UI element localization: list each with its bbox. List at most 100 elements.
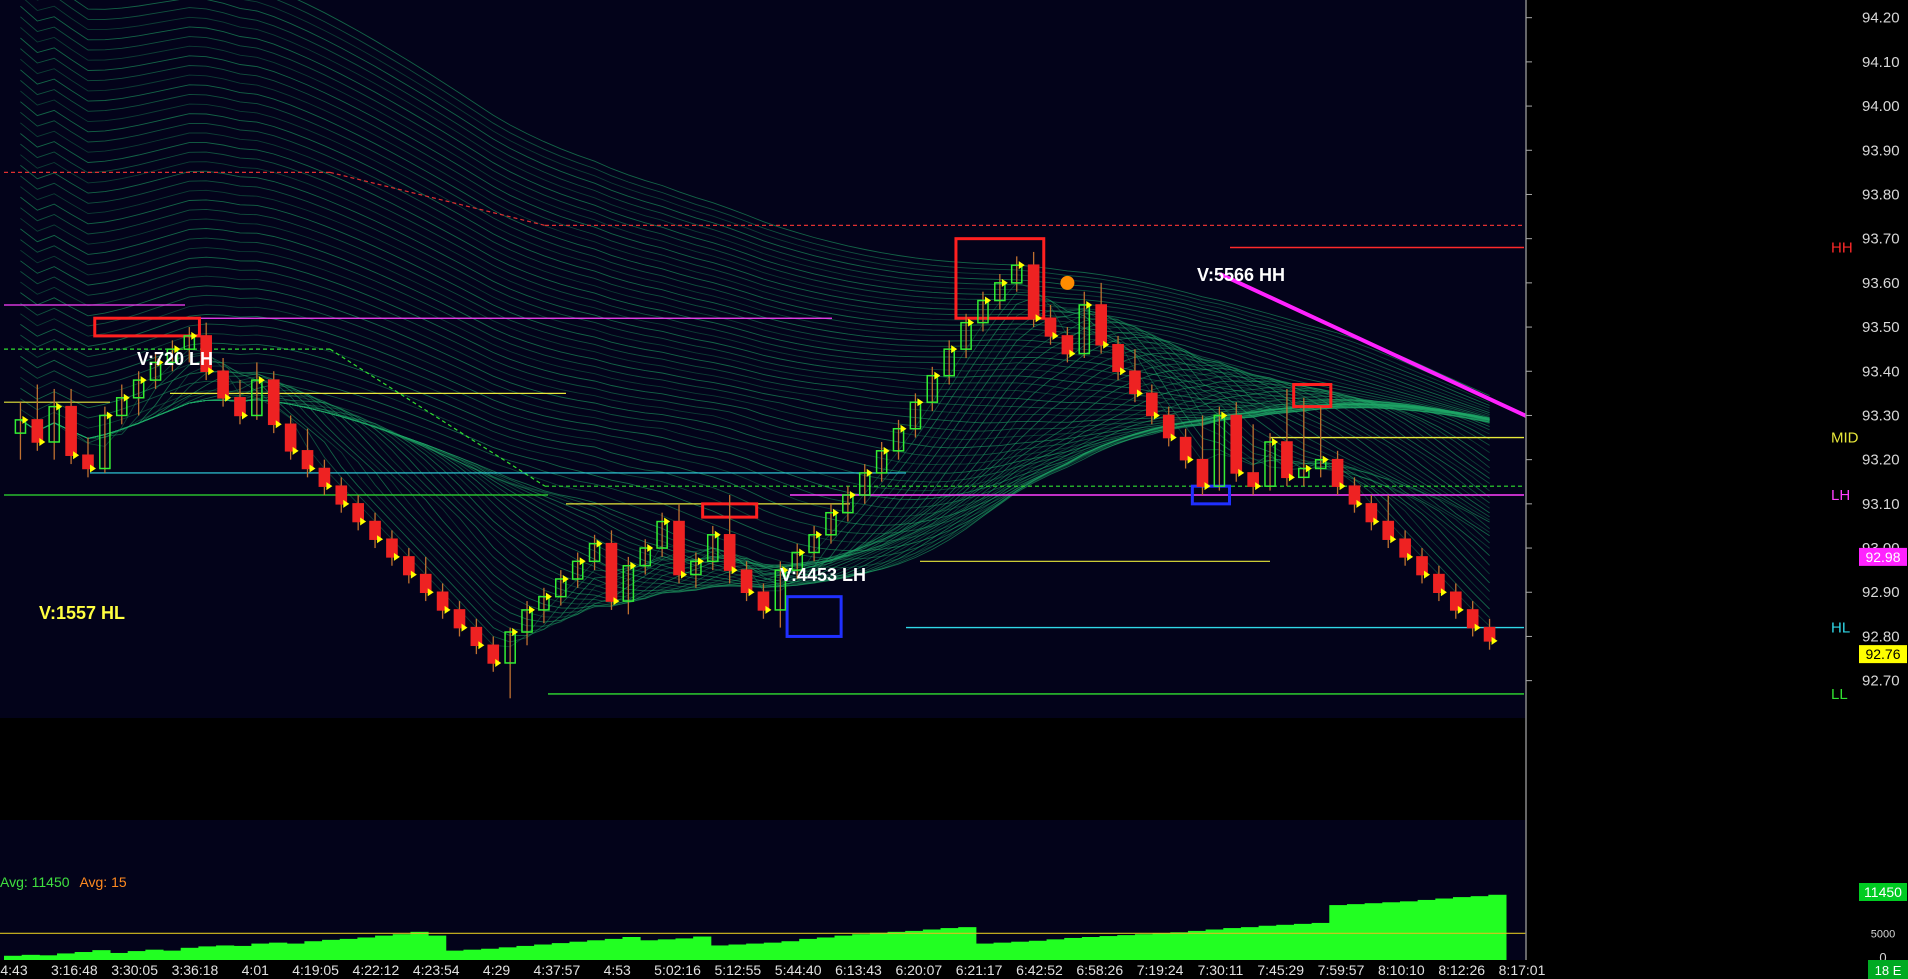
volume-bar [710,945,729,960]
time-tick-label: 8:10:10 [1378,962,1425,978]
volume-bar [1152,933,1171,960]
volume-bar [604,938,623,960]
candle-body [31,419,44,443]
candle-body [1146,392,1158,417]
volume-bar [587,940,606,960]
volume-bar [463,949,482,960]
volume-bar [1170,932,1189,960]
candle-body [1095,304,1107,346]
volume-avg2-label: Avg: 15 [79,874,127,890]
time-tick-label: 4:19:05 [292,962,339,978]
volume-bar [1187,930,1207,960]
swing-label: V:5566 HH [1197,265,1285,285]
price-tick-label: 92.80 [1862,628,1900,645]
volume-bar [1258,925,1277,960]
candle-body [1027,264,1040,319]
volume-bar [57,953,76,960]
candle-body [1162,414,1175,439]
candle-body [605,542,618,602]
volume-bar [958,927,977,960]
price-box-label: 92.98 [1865,549,1900,565]
price-tick-label: 93.40 [1862,363,1900,380]
volume-bar [551,943,570,960]
pivot-dot [1060,275,1075,290]
candle-body [65,405,77,456]
time-tick-label: 4:53 [604,962,631,978]
volume-bar [816,937,836,960]
price-tick-label: 93.80 [1862,186,1900,203]
candle-body [267,379,280,426]
volume-bar [1293,923,1313,960]
candle-body [217,370,229,399]
axis-bg [1526,0,1908,979]
swing-label: V:1557 HL [39,603,125,623]
volume-bar [180,947,199,960]
time-tick-label: 6:21:17 [956,962,1003,978]
time-tick-label: 5:02:16 [654,962,701,978]
time-axis[interactable]: 4:43 3:16:48 3:30:05 3:36:18 4:01 4:19:05 4:22… [0,960,1908,979]
volume-bar [251,943,270,960]
volume-bar [622,937,641,960]
volume-bar [834,935,853,960]
volume-bar [693,936,712,960]
volume-bar [339,938,358,960]
time-tick-label: 4:22:12 [353,962,400,978]
volume-tick-label: 5000 [1871,928,1895,940]
volume-bar [1081,937,1101,960]
price-chart[interactable]: V:720 LHV:1557 HLV:4453 LHV:1843 HLV:556… [0,0,1908,979]
candle-body [1179,436,1192,461]
volume-bar [92,950,111,960]
volume-bar [357,937,376,960]
corner-label: 18 E [1875,963,1902,978]
price-box-label: 92.76 [1865,646,1900,662]
time-tick-label: 7:19:24 [1137,962,1184,978]
time-tick-label: 3:36:18 [172,962,219,978]
volume-bar [322,939,341,960]
price-tick-label: 94.20 [1862,10,1900,27]
candle-body [284,423,297,452]
volume-avg-label: Avg: 11450 [0,874,70,890]
volume-bar [640,940,659,960]
volume-bar [905,930,924,960]
candle-body [1281,441,1293,479]
volume-bar [1329,905,1348,960]
volume-pane-bg [0,718,1526,820]
time-tick-label: 6:13:43 [835,962,882,978]
volume-bar [975,943,995,960]
volume-bar [1488,894,1507,960]
candle-body [723,534,736,571]
time-tick-label: 6:58:26 [1076,962,1123,978]
candle-body [673,520,685,576]
price-tag: HH [1831,240,1853,257]
time-tick-label: 3:30:05 [111,962,158,978]
time-tick-label: 6:42:52 [1016,962,1063,978]
candle-body [1230,414,1243,474]
volume-bar [887,931,906,960]
volume-bar [1011,941,1030,960]
price-tick-label: 93.10 [1862,496,1900,513]
volume-bar [781,941,800,960]
volume-bar [481,948,500,960]
price-tick-label: 94.10 [1862,54,1900,71]
volume-bar [1470,896,1489,960]
volume-bar [657,939,676,960]
price-tick-label: 93.70 [1862,231,1900,248]
time-tick-label: 4:23:54 [413,962,460,978]
volume-bar [1240,927,1260,960]
volume-bar [110,952,129,960]
price-axis[interactable]: 94.20 94.10 94.00 93.90 93.80 93.70 93.60 93.50… [1525,0,1908,979]
volume-bar [304,941,323,960]
volume-bar [763,942,783,960]
volume-legend: Avg: 11450 Avg: 15 [0,874,127,890]
swing-label: V:720 LH [137,349,213,369]
time-tick-label: 8:17:01 [1499,962,1546,978]
price-tick-label: 93.60 [1862,275,1900,292]
volume-bar [428,935,447,960]
volume-bar [852,934,871,960]
candle-body [740,569,753,593]
volume-bar [498,947,517,960]
volume-bar [728,944,747,960]
volume-bar [21,954,40,960]
volume-bar [1276,924,1295,960]
volume-bar [1399,901,1419,960]
